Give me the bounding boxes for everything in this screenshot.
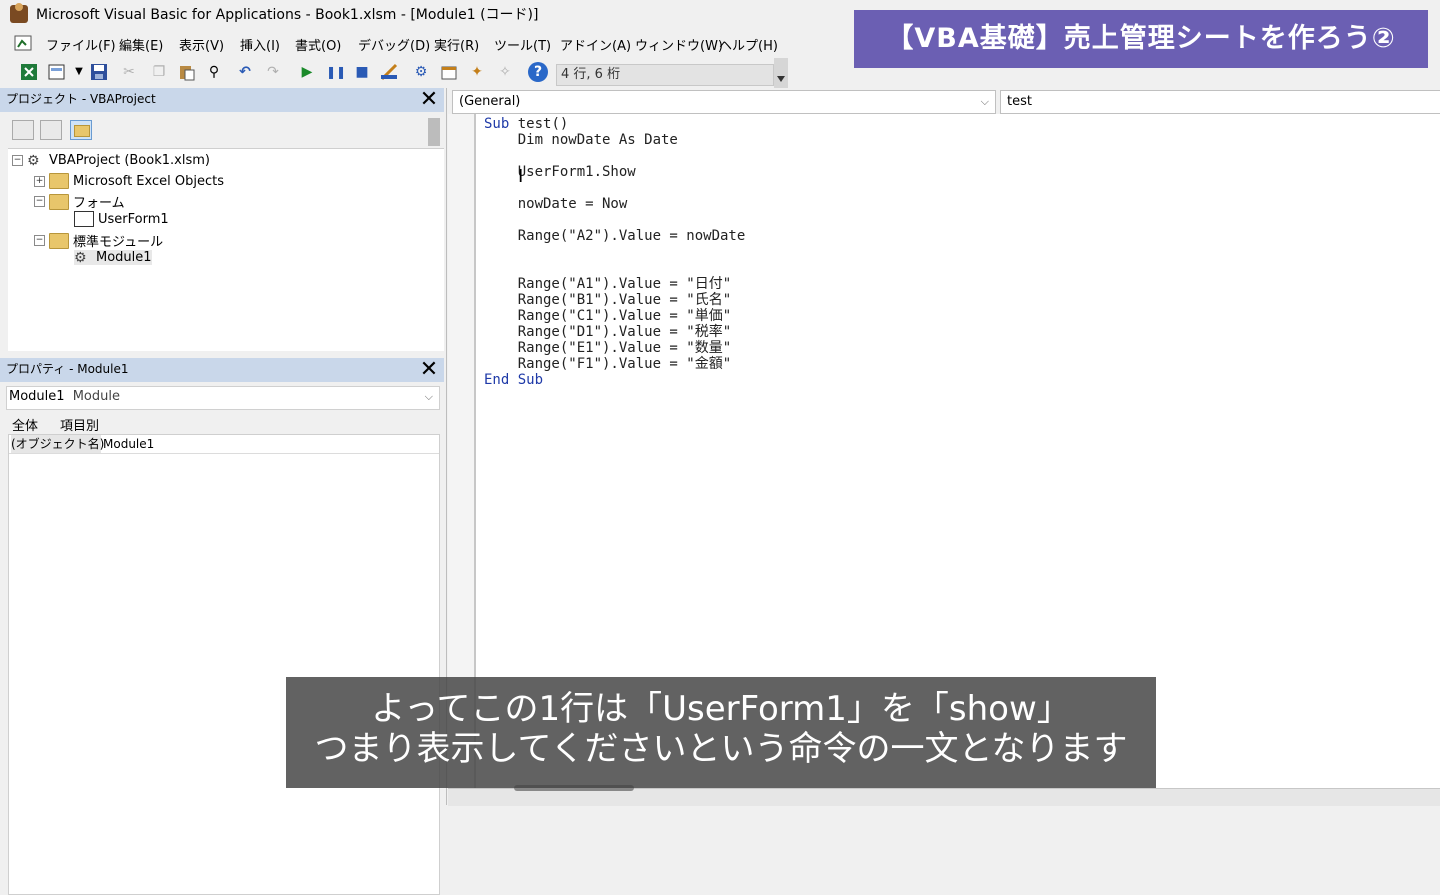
code-line: Sub test() [484, 116, 569, 132]
module-icon: ⚙ [74, 249, 87, 266]
code-line: Range("F1").Value = "金額" [484, 356, 732, 372]
tree-node-standard-modules[interactable]: − 標準モジュール [34, 231, 163, 250]
tree-node-forms[interactable]: − フォーム [34, 192, 125, 211]
close-project-explorer-button[interactable]: ✕ [418, 89, 440, 111]
chevron-down-icon: ⌵ [980, 95, 989, 108]
insert-userform-icon[interactable] [48, 63, 66, 81]
cursor-position-status: 4 行, 6 桁 [556, 64, 774, 86]
code-line: Range("A1").Value = "日付" [484, 276, 732, 292]
code-line: End Sub [484, 372, 544, 388]
view-excel-icon[interactable] [20, 63, 38, 81]
properties-title: プロパティ - Module1 [6, 362, 129, 376]
code-line: Range("A2").Value = nowDate [484, 228, 746, 244]
object-type: Module [72, 389, 120, 404]
folder-icon [49, 173, 69, 189]
properties-header: プロパティ - Module1 ✕ [0, 358, 444, 382]
video-title-banner: 【VBA基礎】売上管理シートを作ろう② [854, 10, 1428, 68]
properties-grid: (オブジェクト名) Module1 [8, 434, 440, 895]
object-browser-icon[interactable]: ✦ [468, 63, 486, 81]
chevron-down-icon: ⌵ [424, 390, 433, 403]
standard-toolbar: ▼ ✂ ❐ ⚲ ↶ ↷ ▶ ❚❚ ■ ⚙ ✦ ✧ ? 4 行, 6 桁 [0, 58, 790, 88]
tree-node-vbaproject[interactable]: − ⚙ VBAProject (Book1.xlsm) [12, 153, 210, 168]
collapse-icon[interactable]: − [12, 155, 23, 166]
cut-icon[interactable]: ✂ [120, 63, 138, 81]
design-mode-icon[interactable] [380, 63, 398, 81]
tree-node-userform1[interactable]: UserForm1 [74, 211, 169, 227]
project-explorer-header: プロジェクト - VBAProject ✕ [0, 88, 444, 112]
object-name: Module1 [9, 389, 65, 404]
menu-tools[interactable]: ツール(T) [494, 35, 551, 54]
undo-icon[interactable]: ↶ [236, 63, 254, 81]
window-title: Microsoft Visual Basic for Applications … [36, 7, 539, 23]
view-object-icon[interactable] [40, 120, 62, 140]
tab-categorized[interactable]: 項目別 [60, 415, 99, 434]
userform-icon [74, 211, 94, 227]
menu-debug[interactable]: デバッグ(D) [358, 35, 430, 54]
close-properties-button[interactable]: ✕ [418, 359, 440, 381]
folder-open-icon [49, 193, 69, 210]
tab-alphabetic[interactable]: 全体 [12, 415, 38, 434]
project-scrollbar[interactable] [428, 118, 440, 146]
code-line: Range("C1").Value = "単価" [484, 308, 732, 324]
code-line: UserForm1.Show [484, 164, 636, 180]
property-value: Module1 [103, 437, 155, 451]
toolbox-icon[interactable]: ✧ [496, 63, 514, 81]
folder-open-icon [49, 232, 69, 249]
run-icon[interactable]: ▶ [298, 63, 316, 81]
menu-addins[interactable]: アドイン(A) [560, 35, 631, 54]
paste-icon[interactable] [178, 63, 196, 81]
code-line: Range("D1").Value = "税率" [484, 324, 732, 340]
save-icon[interactable] [90, 63, 108, 81]
break-icon[interactable]: ❚❚ [326, 63, 346, 81]
dropdown-arrow-icon[interactable]: ▼ [70, 63, 88, 81]
code-line: Range("B1").Value = "氏名" [484, 292, 732, 308]
properties-tabs: 全体 項目別 [10, 412, 440, 434]
properties-object-dropdown[interactable]: Module1 Module ⌵ [6, 386, 440, 410]
view-code-icon[interactable] [12, 120, 34, 140]
find-icon[interactable]: ⚲ [205, 63, 223, 81]
excel-view-icon[interactable] [14, 35, 34, 53]
reset-icon[interactable]: ■ [353, 63, 371, 81]
copy-icon[interactable]: ❐ [150, 63, 168, 81]
menu-edit[interactable]: 編集(E) [119, 35, 163, 54]
expand-icon[interactable]: + [34, 175, 45, 187]
toolbar-options-grip[interactable] [774, 58, 788, 88]
text-cursor-icon: I [518, 166, 524, 187]
tree-node-module1[interactable]: ⚙ Module1 [74, 250, 152, 265]
help-icon[interactable]: ? [528, 62, 548, 82]
project-tree: − ⚙ VBAProject (Book1.xlsm) + Microsoft … [8, 148, 444, 351]
menu-bar: ファイル(F) 編集(E) 表示(V) 挿入(I) 書式(O) デバッグ(D) … [0, 32, 850, 56]
caption-line-2: つまり表示してくださいという命令の一文となります [314, 729, 1128, 769]
properties-window-icon[interactable] [440, 63, 458, 81]
code-line: Dim nowDate As Date [484, 132, 678, 148]
project-explorer-icon[interactable]: ⚙ [412, 63, 430, 81]
property-row-name[interactable]: (オブジェクト名) Module1 [9, 435, 439, 454]
menu-insert[interactable]: 挿入(I) [240, 35, 280, 54]
object-combo[interactable]: (General) ⌵ [452, 90, 996, 114]
code-combos: (General) ⌵ test [448, 88, 1440, 114]
redo-icon[interactable]: ↷ [264, 63, 282, 81]
toggle-folders-icon[interactable] [70, 120, 92, 140]
project-explorer-title: プロジェクト - VBAProject [6, 92, 156, 106]
property-key: (オブジェクト名) [11, 435, 105, 453]
menu-help[interactable]: ヘルプ(H) [719, 35, 778, 54]
collapse-icon[interactable]: − [34, 235, 45, 246]
code-line: Range("E1").Value = "数量" [484, 340, 732, 356]
collapse-icon[interactable]: − [34, 196, 45, 207]
menu-file[interactable]: ファイル(F) [46, 35, 116, 54]
menu-view[interactable]: 表示(V) [179, 35, 224, 54]
caption-line-1: よってこの1行は「UserForm1」を「show」 [371, 689, 1071, 729]
vba-project-icon: ⚙ [27, 152, 40, 169]
menu-run[interactable]: 実行(R) [434, 35, 479, 54]
menu-window[interactable]: ウィンドウ(W) [635, 35, 723, 54]
code-line: nowDate = Now [484, 196, 628, 212]
procedure-combo[interactable]: test [1000, 90, 1440, 114]
tree-node-excel-objects[interactable]: + Microsoft Excel Objects [34, 173, 224, 189]
subtitle-caption: よってこの1行は「UserForm1」を「show」 つまり表示してくださいとい… [286, 677, 1156, 788]
vba-app-icon [10, 3, 28, 23]
menu-format[interactable]: 書式(O) [295, 35, 341, 54]
project-explorer-toolbar [0, 114, 444, 148]
